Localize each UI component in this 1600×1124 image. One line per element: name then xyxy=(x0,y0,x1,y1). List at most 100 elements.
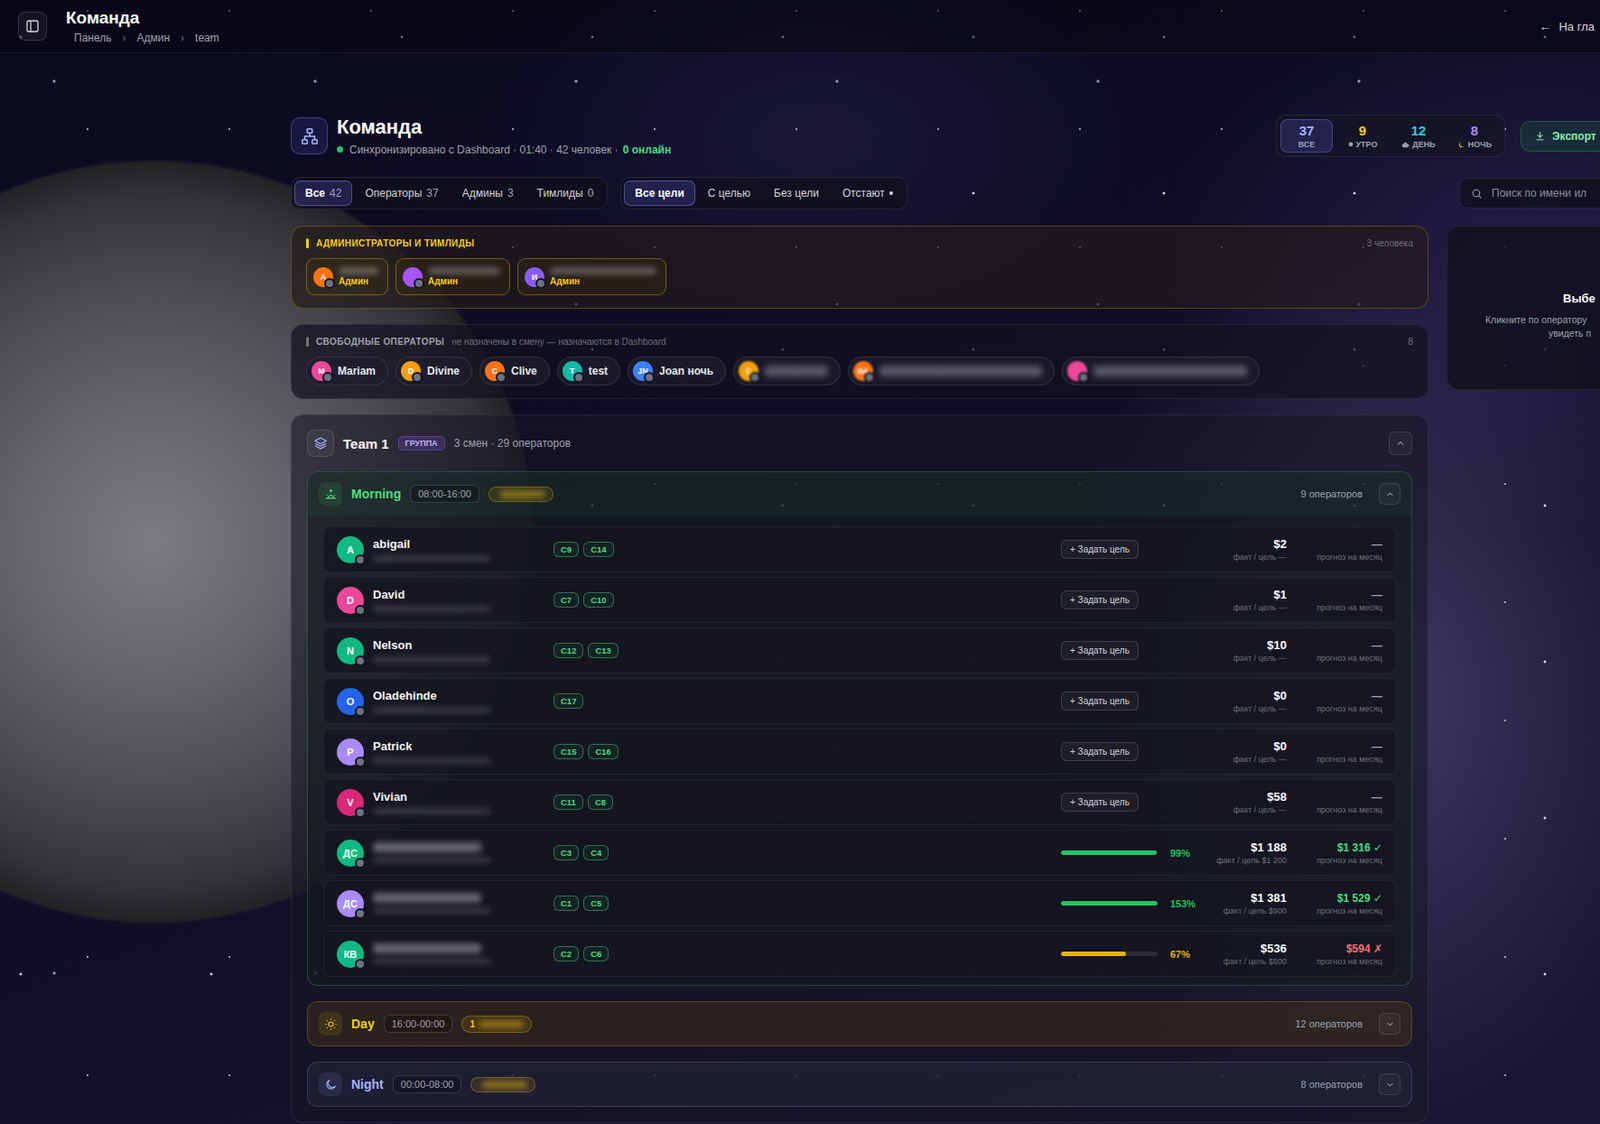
breadcrumb-link[interactable]: Админ xyxy=(136,31,170,45)
operator-chip[interactable]: CClive xyxy=(479,356,550,386)
operator-row[interactable]: ДСC3C499%$1 188факт / цель $1 200$1 316 … xyxy=(323,829,1396,876)
operator-chip[interactable]: Ttest xyxy=(557,356,621,386)
collapse-button[interactable] xyxy=(1378,483,1401,505)
amount-cell: $58факт / цель — xyxy=(1205,790,1287,815)
role-tab[interactable]: Тимлиды0 xyxy=(526,180,605,206)
details-panel: ВыбеКликните по операторуувидеть п xyxy=(1446,225,1600,391)
set-goal-button[interactable]: + Задать цель xyxy=(1060,691,1139,711)
tag: C1 xyxy=(553,895,579,912)
operator-chip[interactable]: DDivine xyxy=(395,356,473,386)
progress-fill xyxy=(1060,901,1158,906)
export-button[interactable]: Экспорт xyxy=(1520,120,1600,152)
sunrise-icon xyxy=(318,482,343,506)
search-field[interactable] xyxy=(1459,177,1600,209)
collapse-button[interactable] xyxy=(1378,1073,1401,1096)
tag: C9 xyxy=(553,541,579,558)
goal-tab[interactable]: С целью xyxy=(697,180,762,206)
back-arrow-icon: ← xyxy=(1538,18,1552,34)
operator-row[interactable]: NNelsonC12C13+ Задать цель$10факт / цель… xyxy=(323,627,1396,674)
shift-lead xyxy=(470,1077,536,1093)
progress-percent: 153% xyxy=(1170,898,1196,910)
role-tab[interactable]: Админы3 xyxy=(451,180,525,206)
admin-chip[interactable]: ААдмин xyxy=(306,258,389,296)
goal-tab[interactable]: Без цели xyxy=(762,180,830,206)
stat-item[interactable]: 9УТРО xyxy=(1336,119,1389,153)
set-goal-button[interactable]: + Задать цель xyxy=(1060,742,1139,762)
operator-chip[interactable]: ВА xyxy=(847,356,1055,386)
progress-track xyxy=(1060,850,1158,856)
status-dot xyxy=(354,655,366,667)
admin-chip[interactable]: Админ xyxy=(395,258,511,296)
goal-tab[interactable]: Все цели xyxy=(623,180,695,206)
operator-chip[interactable]: MMariam xyxy=(306,356,389,386)
operator-chip[interactable]: С xyxy=(733,356,841,386)
operator-row[interactable]: AabigailC9C14+ Задать цель$2факт / цель … xyxy=(323,526,1396,573)
stat-item[interactable]: 12ДЕНЬ xyxy=(1392,119,1445,153)
admin-info: Админ xyxy=(549,267,657,287)
operator-row[interactable]: КВC2C667%$536факт / цель $800$594 ✗прогн… xyxy=(323,930,1396,977)
accent-bar xyxy=(306,238,309,249)
operator-chip[interactable] xyxy=(1061,356,1260,386)
stat-item[interactable]: 8НОЧЬ xyxy=(1448,119,1501,153)
status-dot xyxy=(1078,372,1089,383)
collapse-button[interactable] xyxy=(1378,1013,1401,1035)
blurred-name xyxy=(372,893,482,903)
status-dot xyxy=(354,807,366,819)
stat-item[interactable]: 37ВСЕ xyxy=(1280,119,1333,153)
goal-progress: 153% xyxy=(1060,898,1196,910)
set-goal-button[interactable]: + Задать цель xyxy=(1060,539,1139,559)
amount: $0 xyxy=(1274,739,1287,754)
forecast: — xyxy=(1371,790,1383,804)
avatar: ВА xyxy=(853,361,874,382)
admin-role: Админ xyxy=(549,276,657,287)
breadcrumb-link[interactable]: Панель xyxy=(74,31,112,45)
operator-name-cell xyxy=(372,842,545,864)
layers-icon xyxy=(306,429,335,457)
operator-row[interactable]: DDavidC7C10+ Задать цель$1факт / цель ——… xyxy=(323,576,1396,624)
blurred-detail xyxy=(372,757,491,764)
forecast: — xyxy=(1371,689,1383,703)
operator-name: Oladehinde xyxy=(372,688,545,703)
search-input[interactable] xyxy=(1489,186,1600,201)
back-link[interactable]: ←На гла xyxy=(1538,18,1595,34)
operator-name-cell: Patrick xyxy=(372,739,545,764)
collapse-button[interactable] xyxy=(1388,431,1413,456)
shift-lead: 1 xyxy=(461,1015,532,1033)
operator-row[interactable]: OOladehindeC17+ Задать цель$0факт / цель… xyxy=(323,678,1396,725)
role-tab[interactable]: Операторы37 xyxy=(353,180,449,206)
breadcrumb-link[interactable]: team xyxy=(195,31,220,45)
sync-dot xyxy=(336,146,344,153)
tag: C10 xyxy=(583,592,614,608)
amount-cell: $536факт / цель $800 xyxy=(1205,941,1287,967)
forecast-cell: —прогноз на месяц xyxy=(1295,689,1383,714)
moon-icon xyxy=(1457,140,1466,149)
operator-row[interactable]: VVivianC11C8+ Задать цель$58факт / цель … xyxy=(323,779,1396,826)
avatar: D xyxy=(336,586,364,614)
admins-section: АДМИНИСТРАТОРЫ И ТИМЛИДЫ3 человекаААдмин… xyxy=(290,225,1429,309)
shift-header[interactable]: Morning08:00-16:009 операторов xyxy=(307,472,1412,516)
sidebar-toggle-button[interactable] xyxy=(18,11,47,41)
blurred-name xyxy=(879,365,1042,377)
stat-label: ВСЕ xyxy=(1288,139,1325,149)
amount-cell: $1 188факт / цель $1 200 xyxy=(1205,840,1287,866)
operator-chip[interactable]: JNJoan ночь xyxy=(627,356,726,386)
tag: C7 xyxy=(553,592,579,608)
shift-header[interactable]: Night00:00-08:008 операторов xyxy=(307,1062,1412,1107)
section-title: АДМИНИСТРАТОРЫ И ТИМЛИДЫ xyxy=(316,238,475,249)
goal-tab[interactable]: Отстают xyxy=(831,180,904,206)
team-structure-icon xyxy=(290,117,328,155)
operator-row[interactable]: ДСC1C5153%$1 381факт / цель $900$1 529 ✓… xyxy=(323,880,1396,927)
set-goal-button[interactable]: + Задать цель xyxy=(1060,590,1139,610)
forecast-note: прогноз на месяц xyxy=(1316,653,1383,663)
blurred-detail xyxy=(372,656,491,663)
set-goal-button[interactable]: + Задать цель xyxy=(1060,792,1139,812)
set-goal-button[interactable]: + Задать цель xyxy=(1060,641,1139,661)
tag-list: C17 xyxy=(553,693,1052,709)
sun-icon xyxy=(318,1012,343,1036)
avatar xyxy=(1067,361,1088,382)
forecast-cell: —прогноз на месяц xyxy=(1295,538,1383,562)
admin-chip[interactable]: ИАдмин xyxy=(517,258,667,296)
operator-row[interactable]: PPatrickC15C16+ Задать цель$0факт / цель… xyxy=(323,728,1396,775)
shift-header[interactable]: Day16:00-00:00112 операторов xyxy=(307,1002,1412,1046)
role-tab[interactable]: Все42 xyxy=(294,180,353,206)
